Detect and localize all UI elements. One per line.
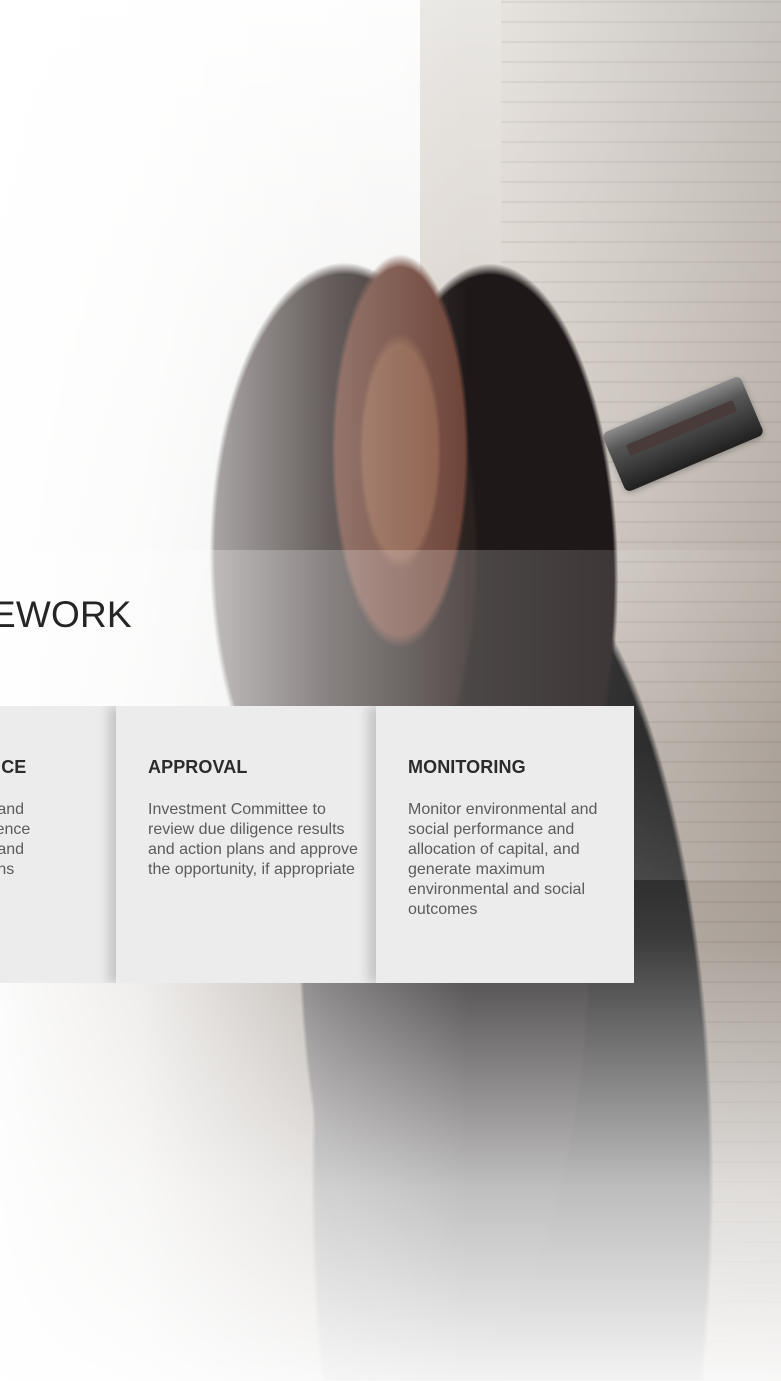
step-body-monitoring: Monitor environmental and social perform…: [408, 800, 598, 918]
step-card-approval: APPROVAL Investment Committee to review …: [116, 706, 376, 983]
step-body-approval: Investment Committee to review due dilig…: [148, 800, 358, 878]
step-title-approval: APPROVAL: [148, 757, 248, 777]
step-card-cut: ENCE tal and iligence tal and plans: [0, 706, 116, 983]
framework-steps: ENCE tal and iligence tal and plans APPR…: [0, 706, 634, 983]
step-line: iligence: [0, 820, 31, 838]
step-line: tal and: [0, 840, 25, 858]
step-card-monitoring: MONITORING Monitor environmental and soc…: [376, 706, 634, 983]
step-body-cut: tal and iligence tal and plans: [0, 800, 92, 880]
framework-heading: MEWORK: [0, 594, 132, 635]
step-title-monitoring: MONITORING: [408, 757, 526, 777]
step-line: plans: [0, 860, 15, 878]
brochure-page: MEWORK ENCE tal and iligence tal and pla…: [0, 0, 781, 1381]
step-title-cut: ENCE: [0, 757, 27, 777]
step-line: tal and: [0, 800, 25, 818]
